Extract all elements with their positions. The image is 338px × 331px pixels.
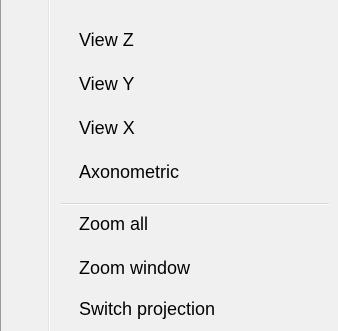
menu-item-zoom-all[interactable]: Zoom all — [79, 202, 329, 246]
menu-item-axonometric[interactable]: Axonometric — [79, 150, 329, 194]
menu-item-view-x[interactable]: View X — [79, 106, 329, 150]
context-menu: View Z View Y View X Axonometric Zoom al… — [0, 0, 338, 331]
menu-item-view-y[interactable]: View Y — [79, 62, 329, 106]
menu-icon-gutter — [2, 0, 48, 331]
menu-item-switch-projection[interactable]: Switch projection — [79, 287, 329, 331]
menu-item-view-z[interactable]: View Z — [79, 18, 329, 62]
menu-item-zoom-window[interactable]: Zoom window — [79, 246, 329, 290]
gutter-divider-highlight — [49, 0, 50, 331]
